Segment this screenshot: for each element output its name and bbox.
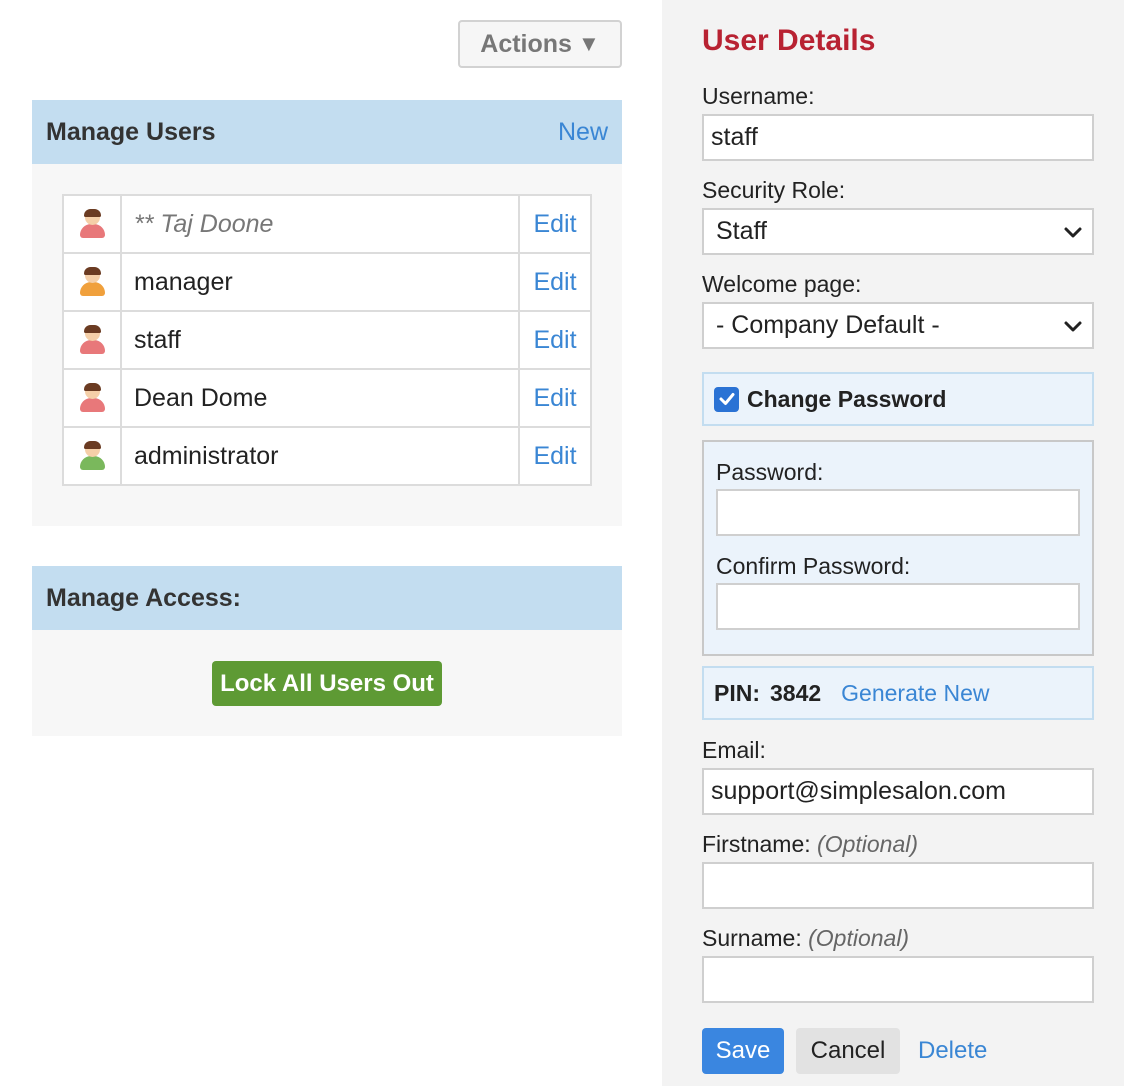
user-avatar-cell — [62, 252, 122, 312]
manage-access-panel: Manage Access: Lock All Users Out — [32, 566, 622, 736]
user-name: staff — [120, 310, 520, 370]
cancel-button[interactable]: Cancel — [796, 1028, 900, 1074]
edit-user-link[interactable]: Edit — [518, 194, 592, 254]
manage-users-title: Manage Users — [46, 117, 216, 146]
surname-label: Surname: — [702, 925, 802, 951]
user-details-title: User Details — [702, 24, 876, 57]
surname-label-row: Surname: (Optional) — [702, 925, 909, 952]
user-icon — [78, 383, 106, 413]
manage-access-header: Manage Access: — [32, 566, 622, 630]
change-password-label: Change Password — [747, 385, 947, 412]
security-role-label: Security Role: — [702, 177, 846, 203]
change-password-checkbox[interactable] — [714, 386, 739, 412]
user-avatar-cell — [62, 426, 122, 486]
triangle-down-icon: ▼ — [577, 31, 600, 56]
table-row: staff Edit — [62, 310, 592, 370]
edit-user-link[interactable]: Edit — [518, 426, 592, 486]
pin-value: 3842 — [770, 679, 822, 706]
user-details-panel: User Details Username: staff Security Ro… — [662, 0, 1124, 1086]
save-button[interactable]: Save — [702, 1028, 784, 1074]
user-icon — [78, 267, 106, 297]
users-table: ** Taj Doone Edit manager Edit staff Edit Dean… — [62, 194, 592, 486]
password-section: Password: Confirm Password: — [702, 440, 1094, 656]
actions-button[interactable]: Actions ▼ — [458, 20, 622, 68]
user-avatar-cell — [62, 310, 122, 370]
manage-users-header: Manage Users New — [32, 100, 622, 164]
firstname-input[interactable] — [702, 862, 1094, 909]
user-name: manager — [120, 252, 520, 312]
checkmark-icon — [719, 393, 734, 405]
firstname-label-row: Firstname: (Optional) — [702, 831, 918, 858]
table-row: manager Edit — [62, 252, 592, 312]
lock-all-users-out-button[interactable]: Lock All Users Out — [212, 661, 442, 706]
manage-access-title: Manage Access: — [46, 583, 241, 612]
surname-input[interactable] — [702, 956, 1094, 1003]
security-role-value: Staff — [716, 217, 767, 245]
user-icon — [78, 209, 106, 239]
user-name: Dean Dome — [120, 368, 520, 428]
firstname-optional-note: (Optional) — [817, 831, 919, 857]
generate-new-pin-link[interactable]: Generate New — [841, 680, 989, 707]
delete-link[interactable]: Delete — [918, 1037, 987, 1065]
confirm-password-label: Confirm Password: — [716, 553, 911, 579]
firstname-label: Firstname: — [702, 831, 811, 857]
password-label: Password: — [716, 459, 824, 485]
table-row: administrator Edit — [62, 426, 592, 486]
form-actions: Save Cancel Delete — [702, 1028, 987, 1074]
manage-users-panel: Manage Users New ** Taj Doone Edit manager… — [32, 100, 622, 526]
user-name: ** Taj Doone — [120, 194, 520, 254]
email-input[interactable]: support@simplesalon.com — [702, 768, 1094, 815]
edit-user-link[interactable]: Edit — [518, 310, 592, 370]
user-avatar-cell — [62, 194, 122, 254]
email-label: Email: — [702, 737, 766, 763]
edit-user-link[interactable]: Edit — [518, 368, 592, 428]
chevron-down-icon — [1064, 227, 1082, 237]
welcome-page-label: Welcome page: — [702, 271, 862, 297]
user-icon — [78, 441, 106, 471]
pin-label: PIN: — [714, 679, 760, 706]
new-user-link[interactable]: New — [558, 118, 608, 147]
table-row: ** Taj Doone Edit — [62, 194, 592, 254]
welcome-page-value: - Company Default - — [716, 311, 940, 339]
surname-optional-note: (Optional) — [808, 925, 910, 951]
password-input[interactable] — [716, 489, 1080, 536]
user-icon — [78, 325, 106, 355]
edit-user-link[interactable]: Edit — [518, 252, 592, 312]
security-role-select[interactable]: Staff — [702, 208, 1094, 255]
user-name: administrator — [120, 426, 520, 486]
welcome-page-select[interactable]: - Company Default - — [702, 302, 1094, 349]
table-row: Dean Dome Edit — [62, 368, 592, 428]
username-label: Username: — [702, 83, 815, 109]
actions-label: Actions — [480, 29, 572, 58]
chevron-down-icon — [1064, 321, 1082, 331]
user-avatar-cell — [62, 368, 122, 428]
pin-row: PIN: 3842 Generate New — [702, 666, 1094, 720]
change-password-row: Change Password — [702, 372, 1094, 426]
confirm-password-input[interactable] — [716, 583, 1080, 630]
username-input[interactable]: staff — [702, 114, 1094, 161]
